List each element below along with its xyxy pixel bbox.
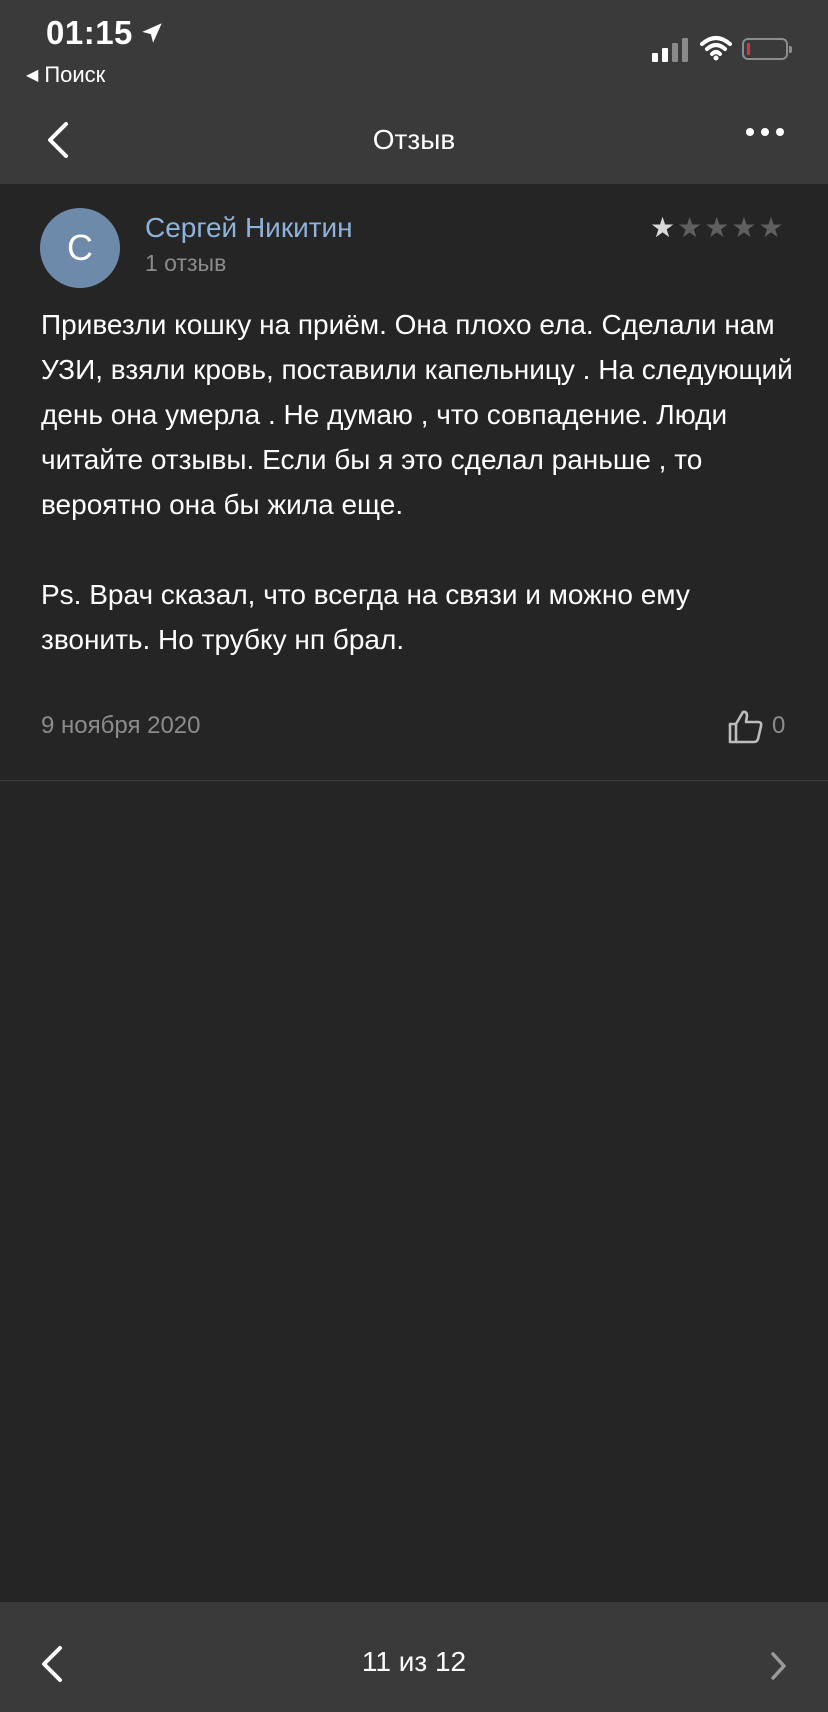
status-time: 01:15 [46, 14, 165, 52]
back-to-app-button[interactable]: ◀ Поиск [26, 62, 105, 88]
cellular-signal-icon [652, 36, 688, 62]
wifi-icon [700, 36, 732, 61]
star-empty-icon: ★ [731, 212, 757, 243]
review-date: 9 ноября 2020 [41, 712, 201, 739]
pager-label: 11 из 12 [361, 1646, 467, 1677]
top-bar: 01:15 ◀ Поиск Отзыв [0, 0, 828, 184]
review-text: Привезли кошку на приём. Она плохо ела. … [41, 309, 793, 655]
review-card: С Сергей Никитин 1 отзыв ★ ★ ★ ★ ★ Привезли … [0, 184, 828, 781]
back-app-label: Поиск [44, 62, 106, 87]
location-arrow-icon [142, 23, 162, 43]
rating-stars: ★ ★ ★ ★ ★ [650, 214, 784, 242]
star-empty-icon: ★ [677, 212, 703, 243]
author-name[interactable]: Сергей Никитин [145, 212, 353, 244]
page-title: Отзыв [372, 124, 456, 155]
bottom-pager-bar: 11 из 12 [0, 1602, 828, 1712]
thumbs-up-icon[interactable] [726, 708, 764, 746]
back-triangle-icon: ◀ [26, 67, 39, 84]
avatar[interactable]: С [40, 208, 120, 288]
more-dots-icon[interactable] [746, 128, 784, 136]
battery-level [747, 43, 750, 55]
battery-icon [742, 38, 792, 60]
like-count: 0 [772, 712, 786, 739]
star-filled-icon: ★ [650, 212, 676, 243]
star-empty-icon: ★ [758, 212, 784, 243]
status-time-text: 01:15 [46, 14, 133, 51]
star-empty-icon: ★ [704, 212, 730, 243]
author-reviews-count: 1 отзыв [145, 250, 227, 276]
next-review-chevron-icon[interactable] [768, 1650, 788, 1682]
